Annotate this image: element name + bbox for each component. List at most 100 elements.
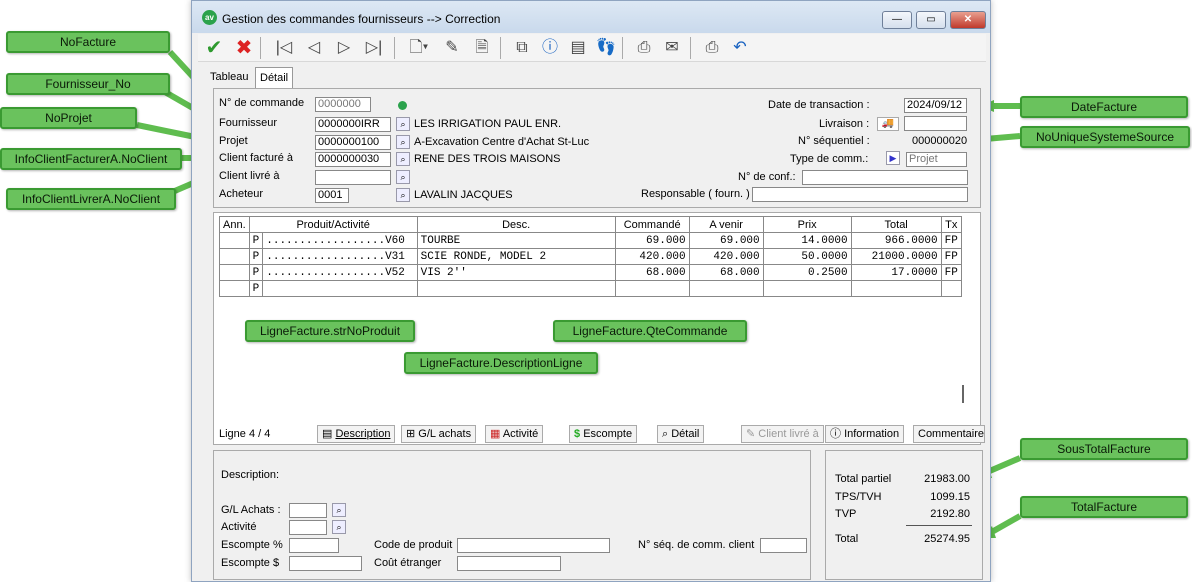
detail-button[interactable]: ⌕ Détail [657, 425, 705, 443]
cell-type[interactable]: P [248, 264, 264, 281]
email-icon[interactable]: ✉ [660, 36, 684, 60]
cell-prix[interactable]: 50.0000 [762, 248, 852, 265]
table-row[interactable]: P ..................V31 SCIE RONDE, MODEL … [219, 248, 962, 265]
escompte-button[interactable]: $ Escompte [569, 425, 638, 443]
tab-detail[interactable]: Détail [255, 67, 294, 89]
information-button[interactable]: ⓘ Information [825, 425, 905, 443]
cell-desc[interactable]: TOURBE [416, 232, 616, 249]
first-record-icon[interactable]: |◁ [272, 36, 296, 60]
projet-lookup-icon[interactable]: ⌕ [396, 135, 410, 149]
truck-icon[interactable]: 🚚 [877, 117, 899, 131]
cout-field[interactable] [457, 556, 561, 571]
table-row[interactable]: P ..................V52 VIS 2'' 68.000 68.00… [219, 264, 962, 281]
resp-field[interactable] [752, 187, 968, 202]
client-facture-lookup-icon[interactable]: ⌕ [396, 152, 410, 166]
cell-desc[interactable]: SCIE RONDE, MODEL 2 [416, 248, 616, 265]
title-bar[interactable]: av Gestion des commandes fournisseurs --… [192, 1, 990, 33]
gl-lookup-icon[interactable]: ⌕ [332, 503, 346, 517]
fournisseur-lookup-icon[interactable]: ⌕ [396, 117, 410, 131]
edit-pencil-icon[interactable]: ✎ [440, 36, 464, 60]
cell-commande[interactable] [614, 280, 690, 297]
cell-produit[interactable]: ..................V52 [262, 264, 418, 281]
refresh-undo-icon[interactable]: ↶ [728, 36, 752, 60]
client-livre-lookup-icon[interactable]: ⌕ [396, 170, 410, 184]
escompte-pct-field[interactable] [289, 538, 339, 553]
info-icon[interactable]: ⓘ [538, 36, 562, 60]
cell-avenir[interactable] [688, 280, 764, 297]
projet-code-field[interactable]: 0000000100 [315, 135, 391, 150]
scrollbar-thumb[interactable] [962, 385, 964, 403]
delete-document-icon[interactable]: 🗎 [470, 36, 494, 60]
gl-achats-button[interactable]: ⊞ G/L achats [401, 425, 477, 443]
cell-tx[interactable]: FP [940, 232, 962, 249]
livraison-field[interactable] [904, 116, 967, 131]
cell-ann[interactable] [219, 264, 250, 281]
cell-ann[interactable] [219, 280, 250, 297]
seq-client-field[interactable] [760, 538, 807, 553]
cell-avenir[interactable]: 69.000 [688, 232, 764, 249]
fournisseur-code-field[interactable]: 0000000IRR [315, 117, 391, 132]
acheteur-lookup-icon[interactable]: ⌕ [396, 188, 410, 202]
type-field[interactable]: Projet [906, 152, 967, 167]
cell-prix[interactable] [762, 280, 852, 297]
table-row[interactable]: P [219, 280, 962, 297]
col-header-desc[interactable]: Desc. [416, 216, 616, 233]
cell-desc[interactable] [416, 280, 616, 297]
cell-commande[interactable]: 420.000 [614, 248, 690, 265]
table-row[interactable]: P ..................V60 TOURBE 69.000 69.000… [219, 232, 962, 249]
next-record-icon[interactable]: ▷ [332, 36, 356, 60]
col-header-ann[interactable]: Ann. [219, 216, 250, 233]
footprints-icon[interactable]: 👣 [594, 36, 618, 60]
cell-total[interactable]: 21000.0000 [850, 248, 942, 265]
cell-tx[interactable] [940, 280, 962, 297]
cell-produit[interactable]: ..................V31 [262, 248, 418, 265]
cell-ann[interactable] [219, 248, 250, 265]
date-field[interactable]: 2024/09/12 [904, 98, 967, 113]
save-check-icon[interactable]: ✔ [202, 36, 226, 60]
col-header-total[interactable]: Total [850, 216, 942, 233]
code-produit-field[interactable] [457, 538, 610, 553]
activite-lookup-icon[interactable]: ⌕ [332, 520, 346, 534]
activite-field[interactable] [289, 520, 327, 535]
activite-button[interactable]: ▦ Activité [485, 425, 544, 443]
previous-record-icon[interactable]: ◁ [302, 36, 326, 60]
conf-field[interactable] [802, 170, 968, 185]
cell-type[interactable]: P [248, 280, 264, 297]
cell-type[interactable]: P [248, 248, 264, 265]
cell-commande[interactable]: 68.000 [614, 264, 690, 281]
gl-field[interactable] [289, 503, 327, 518]
cell-tx[interactable]: FP [940, 264, 962, 281]
cell-prix[interactable]: 14.0000 [762, 232, 852, 249]
client-livre-code-field[interactable] [315, 170, 391, 185]
print-batch-icon[interactable]: ⎙ [700, 36, 724, 60]
print-icon[interactable]: ⎙ [632, 36, 656, 60]
col-header-commande[interactable]: Commandé [614, 216, 690, 233]
last-record-icon[interactable]: ▷| [362, 36, 386, 60]
copy-documents-icon[interactable]: ⧉ [510, 36, 534, 60]
cell-total[interactable] [850, 280, 942, 297]
col-header-avenir[interactable]: A venir [688, 216, 764, 233]
col-header-tx[interactable]: Tx [940, 216, 962, 233]
minimize-button[interactable]: — [882, 11, 912, 29]
escompte-amt-field[interactable] [289, 556, 362, 571]
cell-prix[interactable]: 0.2500 [762, 264, 852, 281]
cell-produit[interactable] [262, 280, 418, 297]
pages-icon[interactable]: ▤ [566, 36, 590, 60]
cell-total[interactable]: 17.0000 [850, 264, 942, 281]
cell-avenir[interactable]: 68.000 [688, 264, 764, 281]
client-facture-code-field[interactable]: 0000000030 [315, 152, 391, 167]
no-commande-field[interactable]: 0000000 [315, 97, 371, 112]
col-header-produit[interactable]: Produit/Activité [248, 216, 418, 233]
description-button[interactable]: ▤ Description [317, 425, 396, 443]
acheteur-code-field[interactable]: 0001 [315, 188, 349, 203]
cell-avenir[interactable]: 420.000 [688, 248, 764, 265]
close-button[interactable]: ✕ [950, 11, 986, 29]
type-selector-icon[interactable]: ▶ [886, 151, 900, 165]
maximize-button[interactable]: ▭ [916, 11, 946, 29]
cell-desc[interactable]: VIS 2'' [416, 264, 616, 281]
col-header-prix[interactable]: Prix [762, 216, 852, 233]
tab-tableau[interactable]: Tableau [206, 67, 253, 89]
cell-ann[interactable] [219, 232, 250, 249]
cell-produit[interactable]: ..................V60 [262, 232, 418, 249]
cell-total[interactable]: 966.0000 [850, 232, 942, 249]
